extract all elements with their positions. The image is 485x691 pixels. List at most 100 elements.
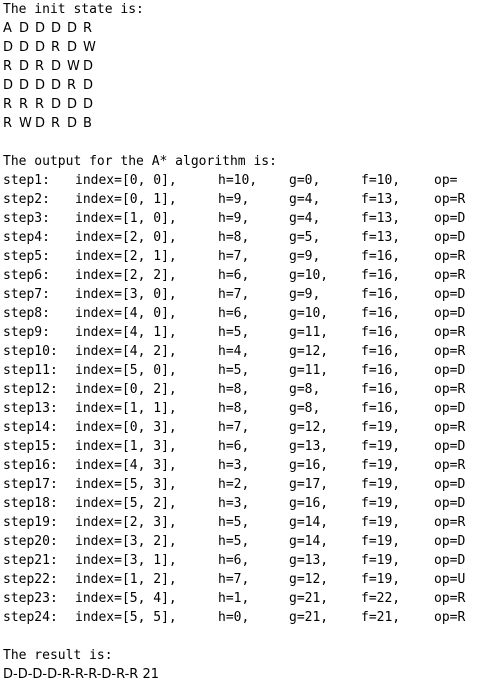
- step-g: g=0,: [289, 173, 321, 188]
- step-op: op=D: [434, 306, 466, 321]
- step-label: step7:: [3, 287, 50, 302]
- step-label: step19:: [3, 515, 58, 530]
- grid-cell: D: [67, 21, 78, 36]
- step-row: step13: index=[1, 1], h=8, g=8, f=16, op=D: [3, 399, 483, 418]
- step-row: step10: index=[4, 2], h=4, g=12, f=16, op=R: [3, 342, 483, 361]
- grid-cell: R: [19, 97, 29, 112]
- step-index: index=[4, 1],: [75, 325, 177, 340]
- step-label: step11:: [3, 363, 58, 378]
- grid-cell: W: [83, 40, 96, 55]
- grid-cell: D: [67, 116, 78, 131]
- step-op: op=R: [434, 249, 466, 264]
- result-heading: The result is:: [3, 648, 113, 663]
- step-op: op=D: [434, 534, 466, 549]
- grid-cell: D: [83, 59, 94, 74]
- step-g: g=21,: [289, 591, 329, 606]
- grid-cell: R: [83, 21, 93, 36]
- step-f: f=16,: [361, 344, 401, 359]
- grid-cell: D: [3, 78, 14, 93]
- step-h: h=9,: [218, 192, 250, 207]
- step-g: g=13,: [289, 439, 329, 454]
- grid-cell: D: [67, 97, 78, 112]
- console-output: The init state is: ADDDDRDDDRDWRDRDWDDDD…: [3, 0, 483, 684]
- step-f: f=16,: [361, 287, 401, 302]
- step-f: f=16,: [361, 249, 401, 264]
- step-label: step6:: [3, 268, 50, 283]
- step-row: step17: index=[5, 3], h=2, g=17, f=19, op=D: [3, 475, 483, 494]
- step-index: index=[1, 0],: [75, 211, 177, 226]
- grid-row: DDDDRD: [3, 76, 483, 95]
- step-h: h=5,: [218, 363, 250, 378]
- grid-cell: D: [3, 40, 14, 55]
- step-row: step23: index=[5, 4], h=1, g=21, f=22, op=R: [3, 589, 483, 608]
- step-op: op=: [434, 173, 458, 188]
- step-op: op=R: [434, 515, 466, 530]
- step-f: f=16,: [361, 363, 401, 378]
- step-op: op=R: [434, 458, 466, 473]
- step-index: index=[5, 2],: [75, 496, 177, 511]
- grid-cell: D: [83, 78, 94, 93]
- step-row: step7: index=[3, 0], h=7, g=9, f=16, op=D: [3, 285, 483, 304]
- step-op: op=D: [434, 230, 466, 245]
- step-index: index=[2, 2],: [75, 268, 177, 283]
- step-label: step14:: [3, 420, 58, 435]
- step-row: step19: index=[2, 3], h=5, g=14, f=19, op=R: [3, 513, 483, 532]
- step-op: op=R: [434, 344, 466, 359]
- grid-cell: D: [35, 116, 46, 131]
- grid-cell: D: [51, 59, 62, 74]
- step-label: step20:: [3, 534, 58, 549]
- step-label: step4:: [3, 230, 50, 245]
- step-g: g=21,: [289, 610, 329, 625]
- grid-row: RWDRDB: [3, 114, 483, 133]
- step-index: index=[0, 0],: [75, 173, 177, 188]
- step-g: g=8,: [289, 401, 321, 416]
- step-g: g=12,: [289, 572, 329, 587]
- grid-cell: D: [19, 21, 30, 36]
- step-row: step24: index=[5, 5], h=0, g=21, f=21, op=R: [3, 608, 483, 627]
- step-row: step9: index=[4, 1], h=5, g=11, f=16, op=R: [3, 323, 483, 342]
- step-index: index=[0, 1],: [75, 192, 177, 207]
- step-index: index=[3, 1],: [75, 553, 177, 568]
- step-f: f=19,: [361, 420, 401, 435]
- step-index: index=[3, 0],: [75, 287, 177, 302]
- step-row: step11: index=[5, 0], h=5, g=11, f=16, op=D: [3, 361, 483, 380]
- grid-row: RRRDDD: [3, 95, 483, 114]
- step-g: g=16,: [289, 458, 329, 473]
- grid-cell: R: [3, 97, 13, 112]
- step-label: step8:: [3, 306, 50, 321]
- grid-cell: R: [3, 116, 13, 131]
- step-label: step9:: [3, 325, 50, 340]
- step-f: f=10,: [361, 173, 401, 188]
- step-h: h=0,: [218, 610, 250, 625]
- step-op: op=D: [434, 553, 466, 568]
- step-g: g=14,: [289, 534, 329, 549]
- step-row: step20: index=[3, 2], h=5, g=14, f=19, op=D: [3, 532, 483, 551]
- step-h: h=7,: [218, 420, 250, 435]
- step-f: f=19,: [361, 515, 401, 530]
- step-h: h=8,: [218, 382, 250, 397]
- step-row: step18: index=[5, 2], h=3, g=16, f=19, op=D: [3, 494, 483, 513]
- step-label: step21:: [3, 553, 58, 568]
- step-g: g=13,: [289, 553, 329, 568]
- step-row: step3: index=[1, 0], h=9, g=4, f=13, op=D: [3, 209, 483, 228]
- step-op: op=D: [434, 287, 466, 302]
- step-index: index=[3, 2],: [75, 534, 177, 549]
- grid-cell: D: [19, 59, 30, 74]
- step-op: op=D: [434, 496, 466, 511]
- step-row: step21: index=[3, 1], h=6, g=13, f=19, op=D: [3, 551, 483, 570]
- step-label: step22:: [3, 572, 58, 587]
- step-f: f=16,: [361, 401, 401, 416]
- grid-cell: R: [35, 97, 45, 112]
- step-row: step8: index=[4, 0], h=6, g=10, f=16, op=D: [3, 304, 483, 323]
- step-row: step14: index=[0, 3], h=7, g=12, f=19, op=R: [3, 418, 483, 437]
- step-h: h=2,: [218, 477, 250, 492]
- output-heading: The output for the A* algorithm is:: [3, 154, 277, 169]
- step-index: index=[5, 5],: [75, 610, 177, 625]
- grid-cell: R: [51, 116, 61, 131]
- grid-cell: W: [67, 59, 80, 74]
- step-g: g=8,: [289, 382, 321, 397]
- step-h: h=1,: [218, 591, 250, 606]
- step-row: step16: index=[4, 3], h=3, g=16, f=19, op=R: [3, 456, 483, 475]
- step-h: h=7,: [218, 287, 250, 302]
- step-op: op=D: [434, 363, 466, 378]
